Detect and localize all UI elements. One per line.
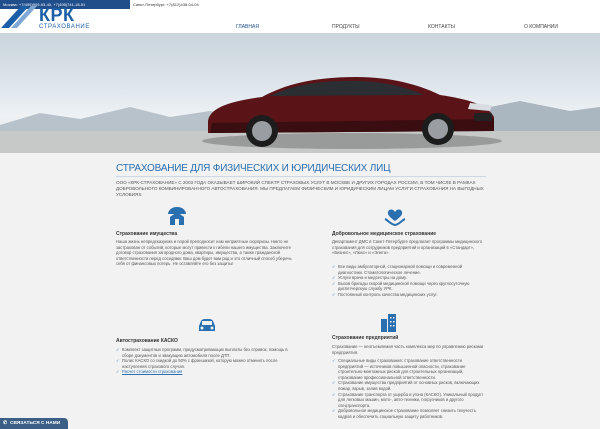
- list-item: Комплект защитных программ, предусматрив…: [116, 347, 292, 358]
- dms-card-text: Департамент ДМС в Санкт-Петербурге предл…: [332, 239, 483, 256]
- kasko-calc-link[interactable]: Расчет стоимости страхования: [122, 369, 182, 374]
- nav-item-about[interactable]: О КОМПАНИИ: [524, 24, 558, 30]
- list-item: Страхование имущества предприятий от осн…: [332, 380, 486, 391]
- dms-bullets: Все виды амбулаторной, стационарной помо…: [332, 264, 486, 298]
- phones-spb: Санкт-Петербург: +7(812)438-04-04: [130, 0, 600, 9]
- hero-car-image: [0, 77, 600, 153]
- nav-item-products[interactable]: ПРОДУКТЫ: [332, 24, 360, 30]
- property-card-text: Наша жизнь непредсказуема и порой препод…: [116, 239, 292, 267]
- kasko-card-title: Автострахование КАСКО: [116, 338, 178, 344]
- main-content: СТРАХОВАНИЕ ДЛЯ ФИЗИЧЕСКИХ И ЮРИДИЧЕСКИХ…: [112, 153, 488, 429]
- dms-card-title: Добровольное медицинское страхование: [332, 231, 437, 237]
- list-item: Расчет стоимости страхования: [116, 369, 292, 375]
- nav-item-contacts[interactable]: КОНТАКТЫ: [428, 24, 455, 30]
- hero-banner: [0, 33, 600, 153]
- kasko-bullets: Комплект защитных программ, предусматрив…: [116, 347, 292, 375]
- main-nav: ГЛАВНАЯ ПРОДУКТЫ КОНТАКТЫ О КОМПАНИИ: [213, 24, 600, 32]
- car-icon: [199, 319, 215, 331]
- list-item: Специальные виды страхования: страховани…: [332, 358, 486, 380]
- logo-subtitle: СТРАХОВАНИЕ: [39, 24, 90, 30]
- list-item: Постоянный контроль качества медицинских…: [332, 292, 486, 298]
- page-title: СТРАХОВАНИЕ ДЛЯ ФИЗИЧЕСКИХ И ЮРИДИЧЕСКИХ…: [116, 163, 391, 174]
- nav-item-home[interactable]: ГЛАВНАЯ: [236, 24, 259, 30]
- business-bullets: Специальные виды страхования: страховани…: [332, 358, 486, 420]
- buildings-icon: [381, 314, 396, 332]
- business-card-title: Страхование предприятий: [332, 335, 399, 341]
- title-divider: [116, 176, 486, 177]
- page: Москва: +7(495)909-93-40, +7(495)741-18-…: [0, 0, 600, 429]
- company-logo[interactable]: КРК СТРАХОВАНИЕ: [0, 0, 98, 33]
- heart-hands-icon: [384, 209, 406, 227]
- house-umbrella-icon: [168, 207, 186, 225]
- list-item: Вызов бригады скорой медицинской помощи …: [332, 281, 486, 292]
- callback-button[interactable]: ✆ СВЯЗАТЬСЯ С НАМИ: [0, 418, 68, 429]
- logo-text: КРК: [39, 5, 75, 25]
- list-item: Страхование транспорта от ущерба и угона…: [332, 392, 486, 409]
- business-card-text: Страхование — неотъемлемая часть комплек…: [332, 344, 484, 355]
- list-item: Добровольное медицинское страхование поз…: [332, 408, 486, 419]
- phone-icon: ✆: [3, 421, 8, 426]
- list-item: Полис КАСКО со скидкой до 50% с франшизо…: [116, 358, 292, 369]
- property-card-title: Страхование имущества: [116, 231, 178, 237]
- site-header: Москва: +7(495)909-93-40, +7(495)741-18-…: [0, 0, 600, 33]
- logo-mark-icon: [1, 6, 37, 28]
- callback-label: СВЯЗАТЬСЯ С НАМИ: [10, 421, 61, 426]
- intro-text: ООО «КРК-Страхование» с 2003 года оказыв…: [116, 180, 484, 198]
- list-item: Все виды амбулаторной, стационарной помо…: [332, 264, 486, 275]
